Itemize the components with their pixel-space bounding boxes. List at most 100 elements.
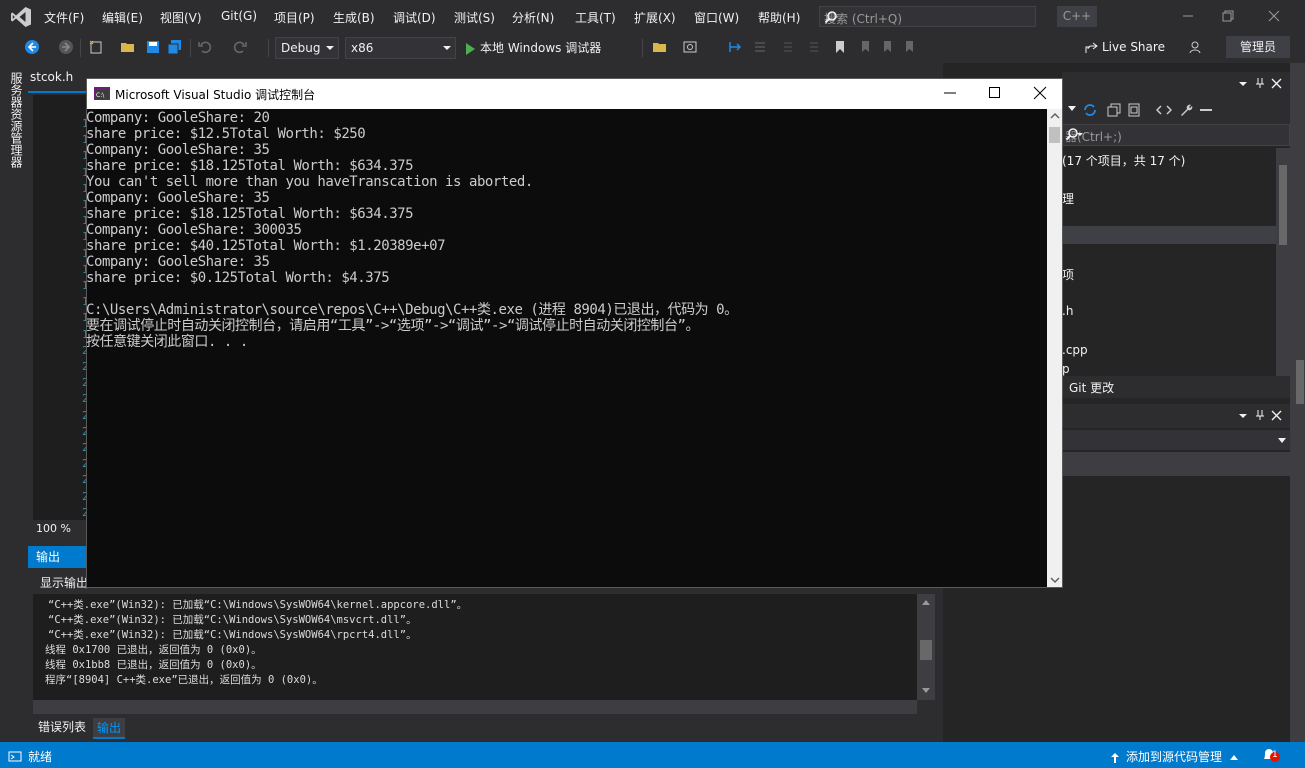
console-line: Company: GooleShare: 35 <box>86 190 270 206</box>
forward-icon[interactable] <box>58 39 74 55</box>
console-line: You can't sell more than you haveTransca… <box>86 174 533 190</box>
prev-bookmark-icon[interactable] <box>856 39 872 55</box>
show-all-files-icon[interactable] <box>1126 102 1142 118</box>
menu-tools[interactable]: 工具(T) <box>575 9 616 26</box>
sync-icon[interactable] <box>1082 102 1098 118</box>
close-icon[interactable] <box>1271 410 1282 421</box>
close-icon[interactable] <box>1266 8 1282 24</box>
main-scroll-thumb[interactable] <box>1296 360 1304 404</box>
menu-build[interactable]: 生成(B) <box>333 9 375 26</box>
minimize-icon[interactable] <box>943 86 957 100</box>
configuration-dropdown[interactable]: Debug <box>275 37 339 59</box>
chevron-down-icon <box>1278 438 1286 444</box>
close-icon[interactable] <box>1271 78 1282 89</box>
search-input[interactable]: 搜索 (Ctrl+Q) <box>819 6 1036 27</box>
new-project-icon[interactable] <box>88 39 104 55</box>
collapse-icon[interactable] <box>1106 102 1122 118</box>
tab-error-list[interactable]: 错误列表 <box>38 718 86 735</box>
maximize-icon[interactable] <box>988 86 1002 100</box>
pin-icon[interactable] <box>1254 77 1266 89</box>
play-icon <box>466 42 475 55</box>
wrench-icon[interactable] <box>1178 102 1194 118</box>
notifications-button[interactable]: 1 <box>1262 747 1280 763</box>
scroll-up-icon[interactable] <box>1050 112 1060 120</box>
output-line: 线程 0x1700 已退出，返回值为 0 (0x0)。 <box>45 644 262 656</box>
menu-project[interactable]: 项目(P) <box>274 9 315 26</box>
tab-git-changes[interactable]: Git 更改 <box>1069 379 1114 396</box>
server-explorer-tab[interactable]: 服务器资源管理器 <box>8 72 23 168</box>
add-to-source-control-button[interactable]: 添加到源代码管理 <box>1110 748 1238 765</box>
open-folder-icon[interactable] <box>120 39 136 55</box>
clear-bookmarks-icon[interactable] <box>900 39 916 55</box>
close-icon[interactable] <box>1033 86 1047 100</box>
bookmark-icon[interactable] <box>832 39 848 55</box>
step-icon[interactable] <box>728 39 744 55</box>
solution-tree-item[interactable]: 项 <box>1062 266 1074 283</box>
chevron-down-icon[interactable] <box>1068 106 1076 112</box>
menu-edit[interactable]: 编辑(E) <box>102 9 143 26</box>
solution-tree-item[interactable]: 理 <box>1062 190 1074 207</box>
console-vertical-scrollbar[interactable] <box>1047 109 1062 587</box>
properties-object-dropdown[interactable] <box>1062 430 1290 450</box>
scroll-down-icon[interactable] <box>921 687 931 695</box>
scroll-down-icon[interactable] <box>1050 576 1060 584</box>
solution-tree-item[interactable]: .cpp <box>1062 343 1088 357</box>
uncomment-icon[interactable] <box>806 39 822 55</box>
console-line: Company: GooleShare: 300035 <box>86 222 302 238</box>
search-icon <box>1065 127 1285 141</box>
redo-icon[interactable] <box>232 39 248 55</box>
solution-tree-selected-row[interactable] <box>1062 226 1276 244</box>
menu-test[interactable]: 测试(S) <box>454 9 495 26</box>
menu-extensions[interactable]: 扩展(X) <box>634 9 676 26</box>
minimize-icon[interactable] <box>1180 8 1196 24</box>
solution-tree-item[interactable]: p <box>1062 362 1070 376</box>
pin-icon[interactable] <box>1254 409 1266 421</box>
output-scroll-thumb[interactable] <box>920 640 932 660</box>
properties-toolbar <box>1062 452 1290 476</box>
console-line: Company: GooleShare: 35 <box>86 254 270 270</box>
menu-git[interactable]: Git(G) <box>221 9 257 23</box>
tab-output[interactable]: 输出 <box>93 718 126 739</box>
solution-scroll-thumb[interactable] <box>1279 165 1287 245</box>
format-icon[interactable] <box>752 39 768 55</box>
menu-debug[interactable]: 调试(D) <box>393 9 436 26</box>
menu-help[interactable]: 帮助(H) <box>758 9 800 26</box>
save-all-icon[interactable] <box>167 39 183 55</box>
solution-tree-item[interactable]: .h <box>1062 304 1073 318</box>
zoom-level[interactable]: 100 % <box>36 522 71 535</box>
platform-dropdown[interactable]: x86 <box>345 37 456 59</box>
start-debugging-button[interactable]: 本地 Windows 调试器 <box>464 39 601 59</box>
back-icon[interactable] <box>24 39 40 55</box>
language-badge: C++ <box>1057 6 1097 27</box>
console-scroll-thumb[interactable] <box>1049 127 1060 143</box>
folder-icon[interactable] <box>652 39 668 55</box>
editor-tab-stcok-h[interactable]: stcok.h <box>30 70 73 84</box>
console-line: share price: $18.125Total Worth: $634.37… <box>86 206 414 222</box>
code-view-icon[interactable] <box>1156 102 1172 118</box>
menu-view[interactable]: 视图(V) <box>160 9 202 26</box>
save-icon[interactable] <box>145 39 161 55</box>
comment-icon[interactable] <box>780 39 796 55</box>
output-line: “C++类.exe”(Win32): 已加载“C:\Windows\SysWOW… <box>48 614 417 626</box>
chevron-down-icon[interactable] <box>1238 412 1248 420</box>
solution-tree <box>1062 148 1290 376</box>
solution-search-input[interactable]: 器(Ctrl+;) <box>1062 124 1290 146</box>
menu-window[interactable]: 窗口(W) <box>694 9 739 26</box>
menu-file[interactable]: 文件(F) <box>44 9 84 26</box>
solution-tree-item[interactable]: (17 个项目，共 17 个) <box>1062 152 1185 169</box>
restore-icon[interactable] <box>1220 8 1236 24</box>
console-line: C:\Users\Administrator\source\repos\C++\… <box>86 302 738 318</box>
output-line: 程序“[8904] C++类.exe”已退出，返回值为 0 (0x0)。 <box>45 674 323 686</box>
scroll-up-icon[interactable] <box>921 598 931 606</box>
output-horizontal-scrollbar[interactable] <box>33 700 917 714</box>
live-share-button[interactable]: Live Share <box>1084 40 1165 55</box>
admin-badge[interactable]: 管理员 <box>1226 36 1290 58</box>
undo-icon[interactable] <box>197 39 213 55</box>
screenshot-icon[interactable] <box>682 39 698 55</box>
next-bookmark-icon[interactable] <box>878 39 894 55</box>
feedback-icon[interactable] <box>1188 39 1204 55</box>
chevron-down-icon <box>326 46 334 50</box>
menu-analyze[interactable]: 分析(N) <box>512 9 554 26</box>
chevron-down-icon[interactable] <box>1238 80 1248 88</box>
dash-icon[interactable] <box>1200 108 1212 112</box>
